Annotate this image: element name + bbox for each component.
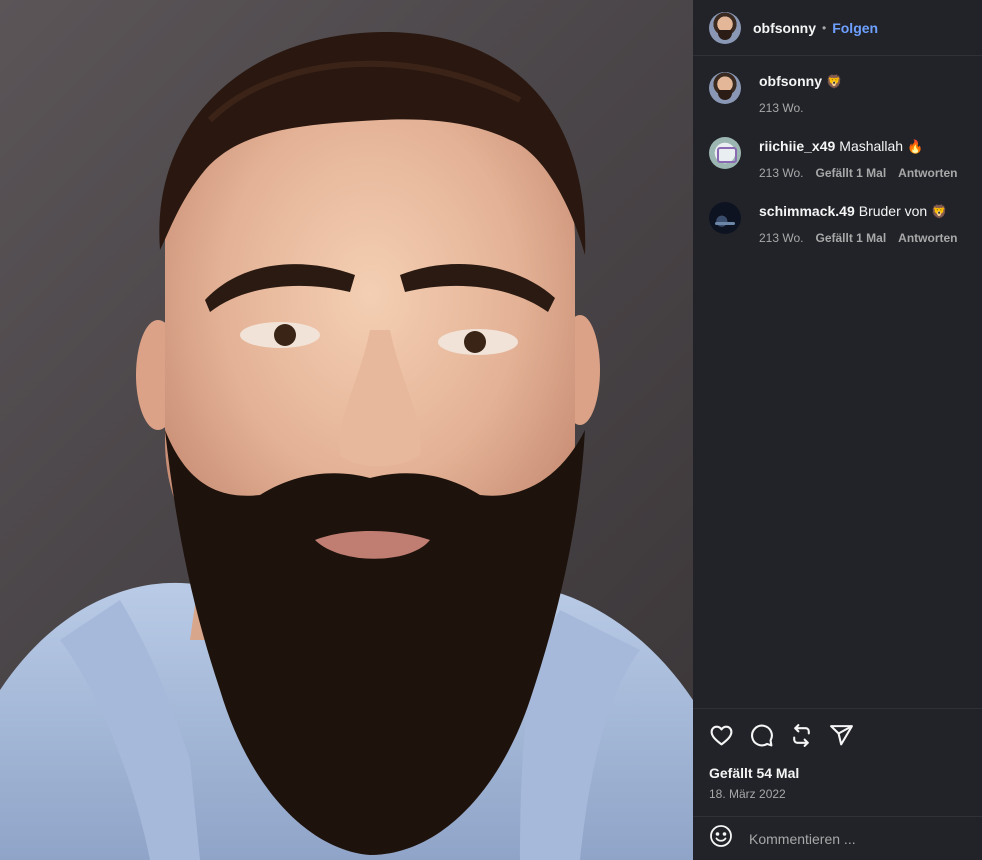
post-dialog: obfsonny • Folgen obfsonny 🦁 213 Wo. rii… <box>0 0 982 860</box>
emoji-picker-icon[interactable] <box>709 824 733 853</box>
comment-likes-button[interactable]: Gefällt 1 Mal <box>815 231 886 245</box>
comment-avatar[interactable] <box>709 202 741 234</box>
author-avatar[interactable] <box>709 11 741 44</box>
comment-username[interactable]: riichiie_x49 <box>759 138 835 154</box>
comment-item: schimmack.49 Bruder von 🦁 213 Wo. Gefällt… <box>709 202 966 245</box>
portrait-image <box>0 31 693 860</box>
comment-age[interactable]: 213 Wo. <box>759 101 803 115</box>
author-username[interactable]: obfsonny <box>753 20 816 36</box>
share-send-icon[interactable] <box>829 723 854 748</box>
separator-dot: • <box>822 20 827 35</box>
add-comment-bar <box>693 816 982 860</box>
comment-item: obfsonny 🦁 213 Wo. <box>709 72 966 115</box>
post-photo[interactable] <box>0 0 693 860</box>
post-header: obfsonny • Folgen <box>693 0 982 56</box>
fire-emoji: 🔥 <box>907 139 924 154</box>
comment-input[interactable] <box>749 830 949 847</box>
post-date: 18. März 2022 <box>709 787 786 801</box>
comment-likes-button[interactable]: Gefällt 1 Mal <box>815 166 886 180</box>
reply-button[interactable]: Antworten <box>898 231 957 245</box>
comments-list[interactable]: obfsonny 🦁 213 Wo. riichiie_x49 Mashallah … <box>693 56 982 708</box>
follow-button[interactable]: Folgen <box>832 20 878 36</box>
comment-item: riichiie_x49 Mashallah 🔥 213 Wo. Gefällt … <box>709 137 966 180</box>
reply-button[interactable]: Antworten <box>898 166 957 180</box>
comment-age[interactable]: 213 Wo. <box>759 231 803 245</box>
post-side-panel: obfsonny • Folgen obfsonny 🦁 213 Wo. rii… <box>693 0 982 860</box>
comment-age[interactable]: 213 Wo. <box>759 166 803 180</box>
heart-icon[interactable] <box>709 723 734 748</box>
like-count[interactable]: Gefällt 54 Mal <box>709 765 966 781</box>
comment-avatar[interactable] <box>709 137 741 169</box>
repost-icon[interactable] <box>789 723 814 748</box>
comment-username[interactable]: obfsonny <box>759 73 822 89</box>
comment-username[interactable]: schimmack.49 <box>759 203 855 219</box>
comment-text: Bruder von <box>858 203 928 219</box>
comment-bubble-icon[interactable] <box>749 723 774 748</box>
comment-avatar[interactable] <box>709 72 741 104</box>
lion-emoji: 🦁 <box>931 204 948 219</box>
lion-emoji: 🦁 <box>826 74 843 89</box>
post-actions: Gefällt 54 Mal 18. März 2022 <box>693 708 982 816</box>
comment-text: Mashallah <box>839 138 904 154</box>
